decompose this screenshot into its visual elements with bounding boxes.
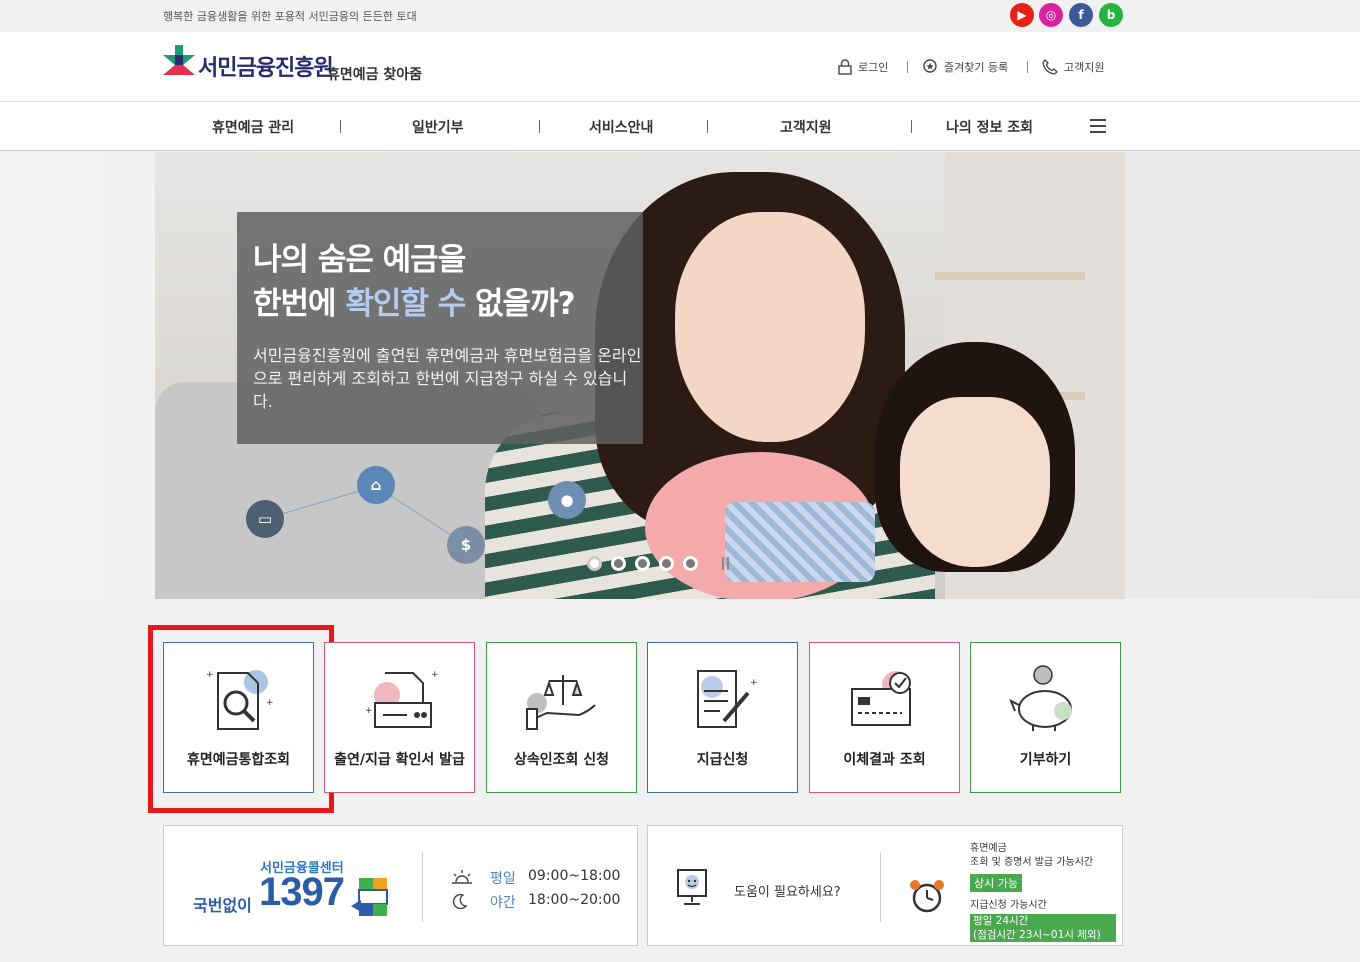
svg-text:+: + [431, 670, 439, 680]
help-text[interactable]: 도움이 필요하세요? [734, 881, 841, 900]
hero-title-line1: 나의 숨은 예금을 [253, 242, 466, 278]
chat-monitor-icon [677, 869, 707, 905]
person-icon: ● [548, 481, 586, 519]
selection-highlight [148, 625, 334, 813]
callcenter-prefix: 국번없이 [193, 896, 252, 915]
slide-dot-5[interactable] [683, 556, 698, 571]
weekday-label: 평일 [490, 871, 516, 887]
sun-icon [452, 870, 472, 884]
phone-keypad-icon [351, 878, 388, 916]
card-label: 이체결과 조회 [843, 752, 926, 768]
card-label: 출연/지급 확인서 발급 [334, 752, 465, 768]
slide-dot-1[interactable] [587, 556, 602, 571]
slide-dot-4[interactable] [659, 556, 674, 571]
inquiry-hours: 휴면예금 조회 및 증명서 발급 가능시간 [970, 843, 1094, 868]
alarm-clock-icon [910, 880, 944, 913]
moon-icon [452, 893, 468, 909]
hero-description: 서민금융진흥원에 출연된 휴면예금과 휴면보험금을 온라인으로 편리하게 조회하… [253, 346, 642, 411]
certificate-icon: + + [365, 670, 439, 728]
help-box: 도움이 필요하세요? 휴면예금 조회 및 증명서 발급 가능시간 상시 가능 지… [647, 825, 1123, 946]
card-certificate-issue[interactable]: + + 출연/지급 확인서 발급 [324, 642, 475, 793]
callcenter-box: 서민금융콜센터 국번없이 1397 평일 09:00~18:00 야간 18:0… [163, 825, 638, 946]
laptop-icon: ▭ [246, 500, 284, 538]
scale-hand-icon [526, 675, 596, 730]
document-pen-icon: + [697, 670, 758, 728]
always-available-badge: 상시 가능 [970, 874, 1022, 892]
piggy-bank-icon [1009, 665, 1072, 731]
night-time: 18:00~20:00 [528, 892, 621, 908]
slide-dot-2[interactable] [611, 556, 626, 571]
payment-hours-badge: 평일 24시간 (점검시간 23시~01시 제외) [970, 914, 1116, 942]
card-donate[interactable]: 기부하기 [970, 642, 1121, 793]
card-transfer-result[interactable]: 이체결과 조회 [809, 642, 960, 793]
card-label: 상속인조회 신청 [513, 752, 610, 768]
card-label: 지급신청 [696, 752, 749, 768]
slide-dot-3[interactable] [635, 556, 650, 571]
hero-title: 나의 숨은 예금을 한번에 확인할 수 없을까? [253, 238, 576, 326]
svg-text:+: + [365, 706, 373, 716]
weekday-time: 09:00~18:00 [528, 868, 621, 884]
hero-title-line2: 한번에 확인할 수 없을까? [253, 286, 576, 322]
night-label: 야간 [490, 895, 516, 911]
card-check-icon [851, 671, 911, 726]
card-payment-request[interactable]: + 지급신청 [647, 642, 798, 793]
hero-title-highlight: 확인할 수 [345, 286, 466, 322]
card-heir-inquiry[interactable]: 상속인조회 신청 [486, 642, 637, 793]
slide-pager [587, 556, 698, 571]
svg-text:+: + [750, 678, 758, 688]
pause-icon[interactable] [722, 557, 729, 570]
callcenter-number[interactable]: 1397 [259, 870, 345, 915]
hero-connector-lines [264, 485, 467, 546]
home-icon: ⌂ [357, 466, 395, 504]
payment-hours-label: 지급신청 가능시간 [970, 900, 1047, 911]
card-label: 기부하기 [1019, 752, 1072, 768]
dollar-icon: $ [447, 526, 485, 564]
